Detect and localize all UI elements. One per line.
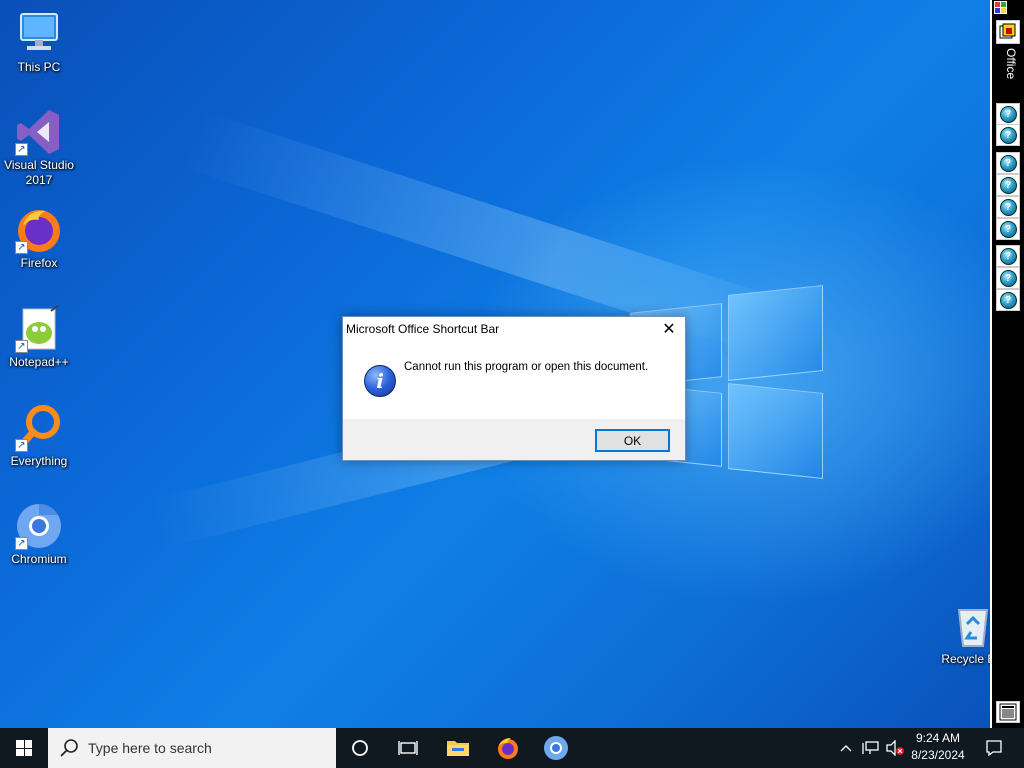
office-bar-program-button[interactable]: ? xyxy=(996,103,1020,125)
dialog-footer: OK xyxy=(343,419,685,460)
taskbar-search-box[interactable]: Type here to search xyxy=(48,728,336,768)
shortcut-arrow-icon: ↗ xyxy=(15,143,28,156)
office-bar-program-button[interactable]: ? xyxy=(996,245,1020,267)
network-button[interactable] xyxy=(858,728,884,768)
windows-start-icon xyxy=(16,740,32,756)
firefox-taskbar-button[interactable] xyxy=(484,728,532,768)
unknown-program-icon: ? xyxy=(999,198,1017,216)
file-explorer-taskbar-button[interactable] xyxy=(434,728,482,768)
office-bar-image-icon xyxy=(999,703,1017,721)
office-logo-icon xyxy=(999,23,1016,39)
notepad-plus-plus-icon: ↗ xyxy=(15,304,63,353)
clock-time: 9:24 AM xyxy=(915,731,961,745)
firefox-icon xyxy=(498,738,518,759)
shortcut-arrow-icon: ↗ xyxy=(15,241,28,254)
network-icon xyxy=(862,741,879,754)
close-icon: ✕ xyxy=(662,321,676,338)
office-bar-program-button[interactable]: ? xyxy=(996,289,1020,311)
office-bar-program-button[interactable]: ? xyxy=(996,267,1020,289)
desktop-icon-label: Everything xyxy=(10,454,68,468)
office-bar-program-button[interactable]: ? xyxy=(996,152,1020,174)
office-bar-office-button[interactable] xyxy=(996,20,1020,44)
unknown-program-icon: ? xyxy=(999,269,1017,287)
desktop-icon-label: Firefox xyxy=(20,256,58,270)
chromium-taskbar-button[interactable] xyxy=(532,728,580,768)
notification-icon xyxy=(986,740,1002,757)
desktop-icon-label: This PC xyxy=(17,60,61,74)
unknown-program-icon: ? xyxy=(999,154,1017,172)
unknown-program-icon: ? xyxy=(999,291,1017,309)
computer-icon xyxy=(15,10,63,58)
unknown-program-icon: ? xyxy=(999,126,1017,144)
shortcut-arrow-icon: ↗ xyxy=(15,340,28,353)
cortana-button[interactable] xyxy=(336,728,384,768)
desktop-icon-label: Chromium xyxy=(11,552,67,566)
office-bar-label: Office xyxy=(1004,48,1018,80)
dialog-close-button[interactable]: ✕ xyxy=(653,317,685,341)
chromium-icon: ↗ xyxy=(15,502,63,550)
desktop-icon-this-pc[interactable]: This PC xyxy=(1,10,77,75)
cortana-icon xyxy=(352,740,368,756)
chevron-up-icon xyxy=(840,745,852,752)
taskbar: Type here to search 9:24 AM 8/23/2024 xyxy=(0,728,1024,768)
clock[interactable]: 9:24 AM 8/23/2024 xyxy=(906,731,970,762)
dialog-body: i Cannot run this program or open this d… xyxy=(343,341,685,421)
unknown-program-icon: ? xyxy=(999,220,1017,238)
everything-search-icon: ↗ xyxy=(15,404,63,452)
ok-button[interactable]: OK xyxy=(595,429,670,452)
search-icon xyxy=(58,737,80,759)
shortcut-arrow-icon: ↗ xyxy=(15,439,28,452)
dialog-title: Microsoft Office Shortcut Bar xyxy=(346,322,500,336)
volume-button[interactable] xyxy=(882,728,908,768)
desktop-icon-visual-studio[interactable]: ↗ Visual Studio 2017 xyxy=(1,108,77,188)
clock-date: 8/23/2024 xyxy=(911,748,965,762)
visual-studio-icon: ↗ xyxy=(15,108,63,156)
office-bar-program-button[interactable]: ? xyxy=(996,174,1020,196)
desktop-icon-label: Notepad++ xyxy=(9,355,69,369)
chromium-icon xyxy=(544,736,568,760)
desktop-icon-chromium[interactable]: ↗ Chromium xyxy=(1,502,77,567)
unknown-program-icon: ? xyxy=(999,247,1017,265)
office-shortcut-bar: ? ? ? ? ? ? ? ? ? xyxy=(990,0,1024,728)
desktop-icon-everything[interactable]: ↗ Everything xyxy=(1,404,77,469)
start-button[interactable] xyxy=(0,728,48,768)
desktop-icon-firefox[interactable]: ↗ Firefox xyxy=(1,206,77,271)
search-placeholder: Type here to search xyxy=(88,740,212,756)
office-bar-control-menu-button[interactable] xyxy=(994,1,1007,14)
office-bar-bottom-button[interactable] xyxy=(996,701,1020,723)
show-hidden-icons-button[interactable] xyxy=(832,728,860,768)
message-dialog: Microsoft Office Shortcut Bar ✕ i Cannot… xyxy=(342,316,686,461)
file-explorer-icon xyxy=(447,741,469,756)
desktop-icon-label: Visual Studio 2017 xyxy=(4,158,74,187)
unknown-program-icon: ? xyxy=(999,176,1017,194)
shortcut-arrow-icon: ↗ xyxy=(15,537,28,550)
office-bar-program-button[interactable]: ? xyxy=(996,124,1020,146)
action-center-button[interactable] xyxy=(970,728,1018,768)
desktop-icon-notepad-plus-plus[interactable]: ↗ Notepad++ xyxy=(1,304,77,370)
info-icon: i xyxy=(364,365,396,397)
office-bar-program-button[interactable]: ? xyxy=(996,218,1020,240)
task-view-button[interactable] xyxy=(384,728,432,768)
dialog-message: Cannot run this program or open this doc… xyxy=(404,361,649,373)
unknown-program-icon: ? xyxy=(999,105,1017,123)
office-bar-program-button[interactable]: ? xyxy=(996,196,1020,218)
task-view-icon xyxy=(398,741,418,755)
firefox-icon: ↗ xyxy=(15,206,63,254)
volume-muted-icon xyxy=(886,740,904,756)
dialog-titlebar[interactable]: Microsoft Office Shortcut Bar xyxy=(343,317,685,341)
